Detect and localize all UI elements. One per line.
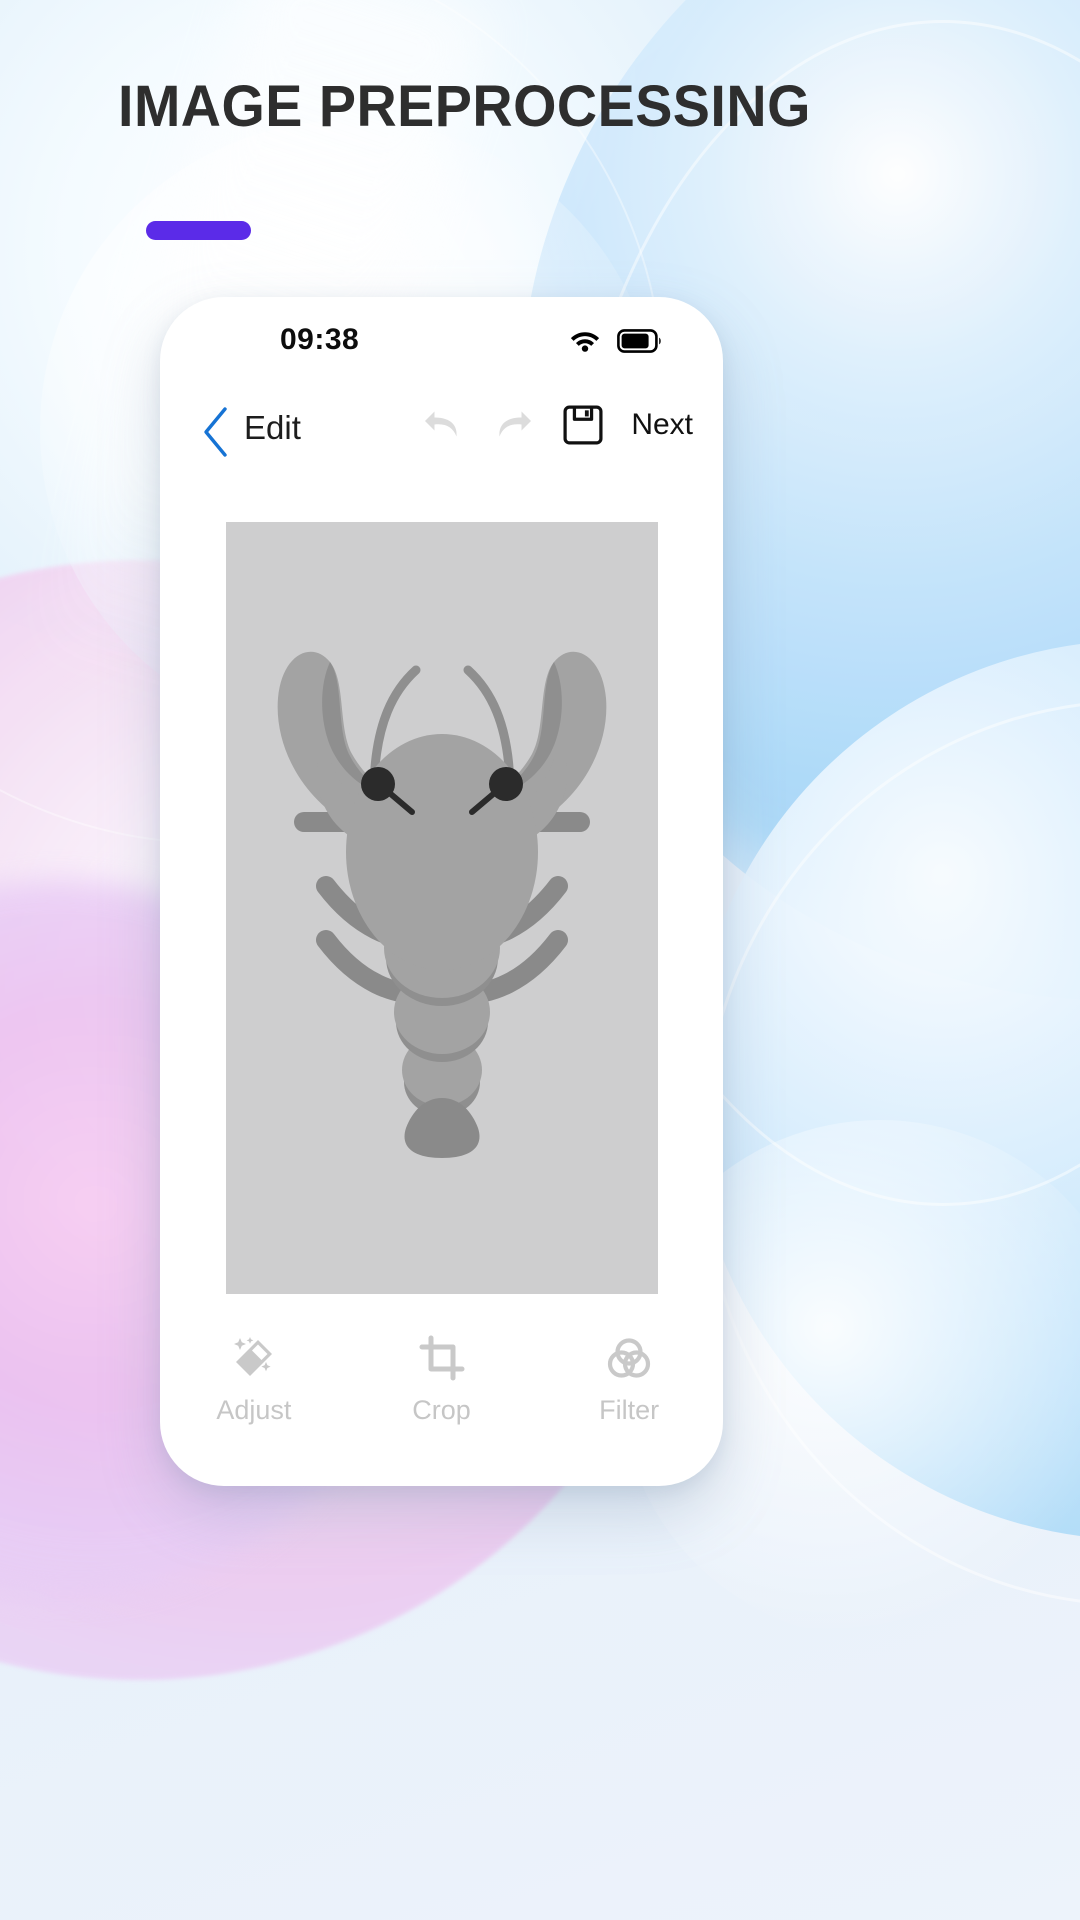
title-accent-bar [146, 221, 251, 240]
magic-wand-icon [233, 1336, 272, 1376]
wifi-icon [570, 332, 600, 352]
chevron-left-icon[interactable] [200, 405, 234, 459]
status-icons [569, 329, 663, 353]
nav-actions: Next [419, 403, 693, 447]
tool-tab-bar: Adjust Crop Filter [160, 1318, 723, 1442]
nav-title: Edit [244, 409, 301, 446]
status-bar: 09:38 [160, 297, 723, 393]
tab-adjust-label: Adjust [216, 1394, 292, 1425]
phone-mockup: 09:38 Edit Next Adjust Crop Filter [160, 297, 723, 1486]
tab-crop[interactable]: Crop [348, 1335, 536, 1426]
tab-crop-label: Crop [412, 1394, 471, 1425]
image-canvas[interactable] [226, 522, 658, 1294]
nav-bar: Edit Next [160, 395, 723, 473]
battery-icon [617, 329, 661, 353]
redo-icon[interactable] [491, 403, 537, 447]
undo-icon[interactable] [419, 403, 465, 447]
tab-filter[interactable]: Filter [535, 1335, 723, 1426]
crop-icon [419, 1335, 464, 1380]
status-time: 09:38 [280, 323, 360, 356]
tab-filter-label: Filter [599, 1394, 660, 1425]
filter-circles-icon [608, 1337, 651, 1378]
save-floppy-icon[interactable] [563, 404, 603, 446]
lobster-illustration [226, 522, 658, 1294]
page-title: IMAGE PREPROCESSING [118, 74, 811, 139]
next-button[interactable]: Next [631, 408, 693, 442]
tab-adjust[interactable]: Adjust [160, 1335, 348, 1426]
